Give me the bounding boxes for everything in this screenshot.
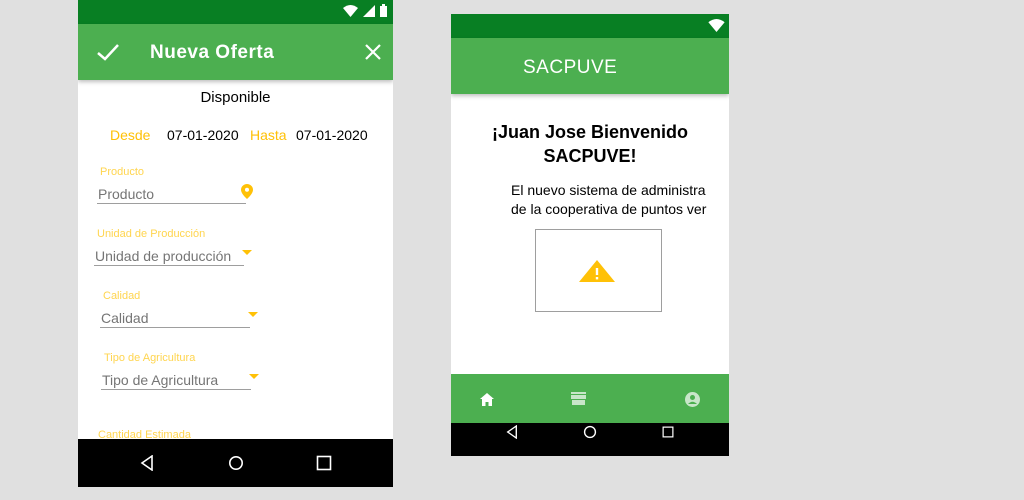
product-underline [97, 203, 246, 204]
agriculture-type-select[interactable]: Tipo de Agricultura [102, 372, 218, 388]
agriculture-type-underline [101, 389, 251, 390]
battery-icon [380, 4, 387, 17]
welcome-line-1: ¡Juan Jose Bienvenido [491, 122, 689, 142]
description-line-2: de la cooperativa de puntos ver [511, 201, 707, 217]
home-circle-icon[interactable] [228, 455, 244, 471]
confirm-check-icon[interactable] [94, 38, 122, 66]
from-date-value[interactable]: 07-01-2020 [167, 127, 239, 143]
to-date-value[interactable]: 07-01-2020 [296, 127, 368, 143]
recents-square-icon[interactable] [316, 455, 332, 471]
product-input[interactable]: Producto [98, 186, 154, 202]
welcome-line-2: SACPUVE! [543, 146, 637, 166]
wifi-icon [708, 19, 725, 32]
recents-square-icon[interactable] [662, 425, 674, 439]
system-navigation-bar [451, 423, 729, 456]
store-icon[interactable] [571, 392, 586, 405]
warning-icon [579, 260, 615, 282]
from-label: Desde [110, 127, 151, 143]
production-unit-select[interactable]: Unidad de producción [95, 248, 231, 264]
bottom-navigation [451, 374, 729, 423]
back-icon[interactable] [506, 425, 518, 439]
app-bar: Nueva Oferta [78, 24, 393, 80]
quality-underline [100, 327, 250, 328]
app-bar: SACPUVE [451, 38, 729, 94]
production-unit-label: Unidad de Producción [97, 228, 206, 240]
location-pin-icon[interactable] [241, 184, 253, 199]
description-line-1: El nuevo sistema de administra [511, 182, 706, 198]
production-unit-underline [94, 265, 244, 266]
back-icon[interactable] [140, 455, 154, 471]
status-bar [451, 14, 729, 38]
signal-icon [363, 4, 375, 17]
availability-heading: Disponible [200, 89, 271, 106]
home-circle-icon[interactable] [583, 425, 597, 439]
quality-label: Calidad [103, 290, 141, 302]
close-icon[interactable] [359, 38, 387, 66]
app-title: SACPUVE [523, 57, 618, 78]
home-icon[interactable] [480, 393, 494, 406]
agriculture-type-label: Tipo de Agricultura [104, 352, 196, 364]
home-phone-screen: SACPUVE ¡Juan Jose Bienvenido SACPUVE! E… [451, 14, 729, 456]
offer-phone-screen: Nueva Oferta Disponible Desde 07-01-2020… [78, 0, 393, 487]
production-unit-dropdown-icon[interactable] [242, 250, 252, 255]
image-placeholder [535, 229, 662, 312]
page-title: Nueva Oferta [150, 42, 275, 63]
product-label: Producto [100, 166, 145, 178]
account-icon[interactable] [685, 392, 700, 407]
wifi-icon [343, 4, 358, 17]
agriculture-type-dropdown-icon[interactable] [249, 374, 259, 379]
to-label: Hasta [250, 127, 287, 143]
quality-select[interactable]: Calidad [101, 310, 148, 326]
system-navigation-bar [78, 439, 393, 487]
status-bar [78, 0, 393, 24]
quality-dropdown-icon[interactable] [248, 312, 258, 317]
